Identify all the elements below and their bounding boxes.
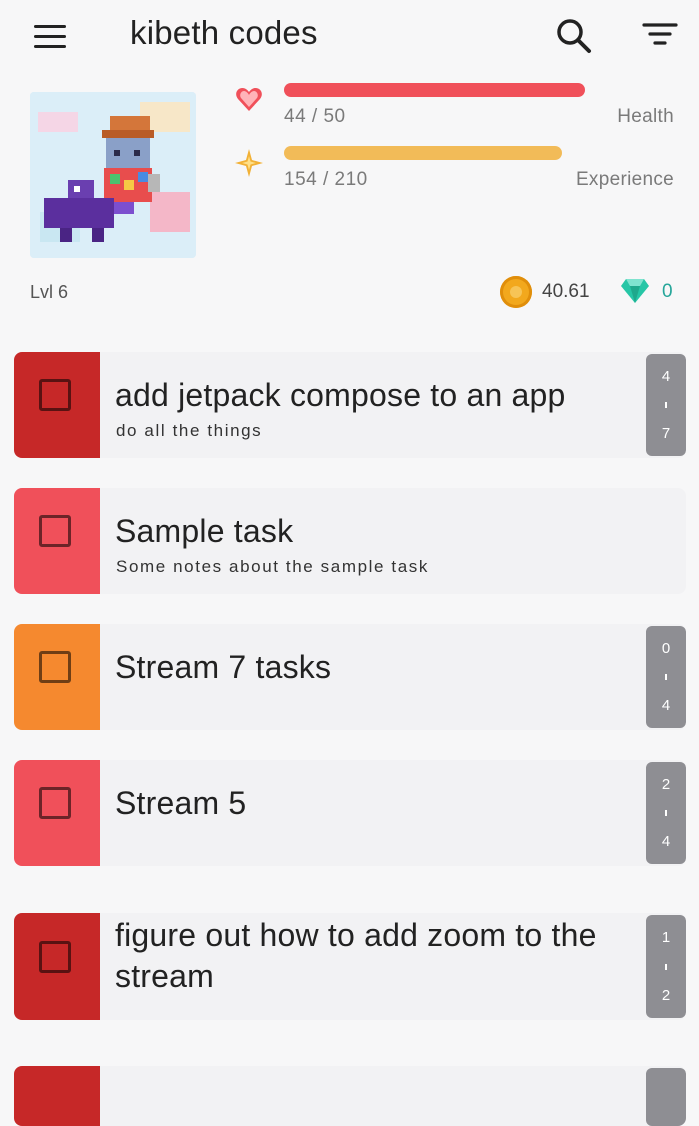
experience-bar [284,146,663,160]
checklist-done-count: 0 [661,640,671,657]
filter-icon [642,23,678,45]
task-checkbox-area[interactable] [14,624,100,730]
task-checkbox-area[interactable] [14,352,100,458]
health-bar-fill [284,83,585,97]
task-title: Stream 5 [115,785,247,821]
task-checkbox[interactable] [39,651,71,683]
level-text: Lvl 6 [30,282,69,302]
checklist-total-count: 2 [661,987,671,1004]
task-title: Stream 7 tasks [115,649,332,685]
task-item[interactable]: add jetpack compose to an app do all the… [14,352,686,458]
top-app-bar: kibeth codes [0,0,699,72]
task-item[interactable]: Sample task Some notes about the sample … [14,488,686,594]
gold-coin-icon [500,276,532,308]
menu-button[interactable] [28,18,72,54]
star-icon [235,149,263,177]
avatar-pixel-art [30,92,196,258]
task-checkbox-area[interactable] [14,760,100,866]
task-title: add jetpack compose to an app [115,377,566,413]
avatar[interactable] [30,92,196,258]
checklist-badge[interactable]: 0 4 [646,626,686,728]
checklist-badge[interactable]: 4 7 [646,354,686,456]
checklist-separator [665,402,667,408]
checklist-separator [665,963,667,970]
checklist-total-count: 7 [661,425,671,442]
health-bar [284,83,626,97]
checklist-done-count: 4 [661,368,671,385]
task-checkbox-area[interactable] [14,913,100,1020]
task-checkbox[interactable] [39,515,71,547]
gem-value: 0 [662,281,673,302]
gem-icon [621,279,649,303]
task-item[interactable] [14,1066,686,1126]
heart-icon [236,88,262,111]
task-checkbox-area[interactable] [14,1066,100,1126]
gold-value: 40.61 [542,281,590,302]
checklist-badge[interactable]: 1 2 [646,915,686,1018]
checklist-separator [665,674,667,680]
task-notes: do all the things [116,421,263,440]
task-title: Sample task [115,513,294,549]
experience-bar-fill [284,146,562,160]
health-label: Health [617,106,674,127]
task-item[interactable]: figure out how to add zoom to the stream… [14,913,686,1020]
experience-label: Experience [575,169,674,190]
task-notes: Some notes about the sample task [116,557,429,576]
checklist-badge[interactable]: 2 4 [646,762,686,864]
checklist-separator [665,810,667,816]
task-title: figure out how to add zoom to the stream [115,917,597,994]
search-button[interactable] [550,12,598,60]
checklist-done-count: 1 [661,929,671,946]
task-checkbox[interactable] [39,941,71,973]
task-checkbox[interactable] [39,787,71,819]
experience-value: 154 / 210 [284,169,368,190]
health-value: 44 / 50 [284,106,346,127]
checklist-done-count: 2 [661,776,671,793]
app-title: kibeth codes [130,14,318,51]
search-icon [557,19,591,53]
task-checkbox[interactable] [39,379,71,411]
task-item[interactable]: Stream 5 2 4 [14,760,686,866]
task-item[interactable]: Stream 7 tasks 0 4 [14,624,686,730]
checklist-total-count: 4 [661,697,671,714]
checklist-total-count: 4 [661,833,671,850]
task-checkbox-area[interactable] [14,488,100,594]
filter-button[interactable] [636,12,684,60]
checklist-badge[interactable] [646,1068,686,1126]
